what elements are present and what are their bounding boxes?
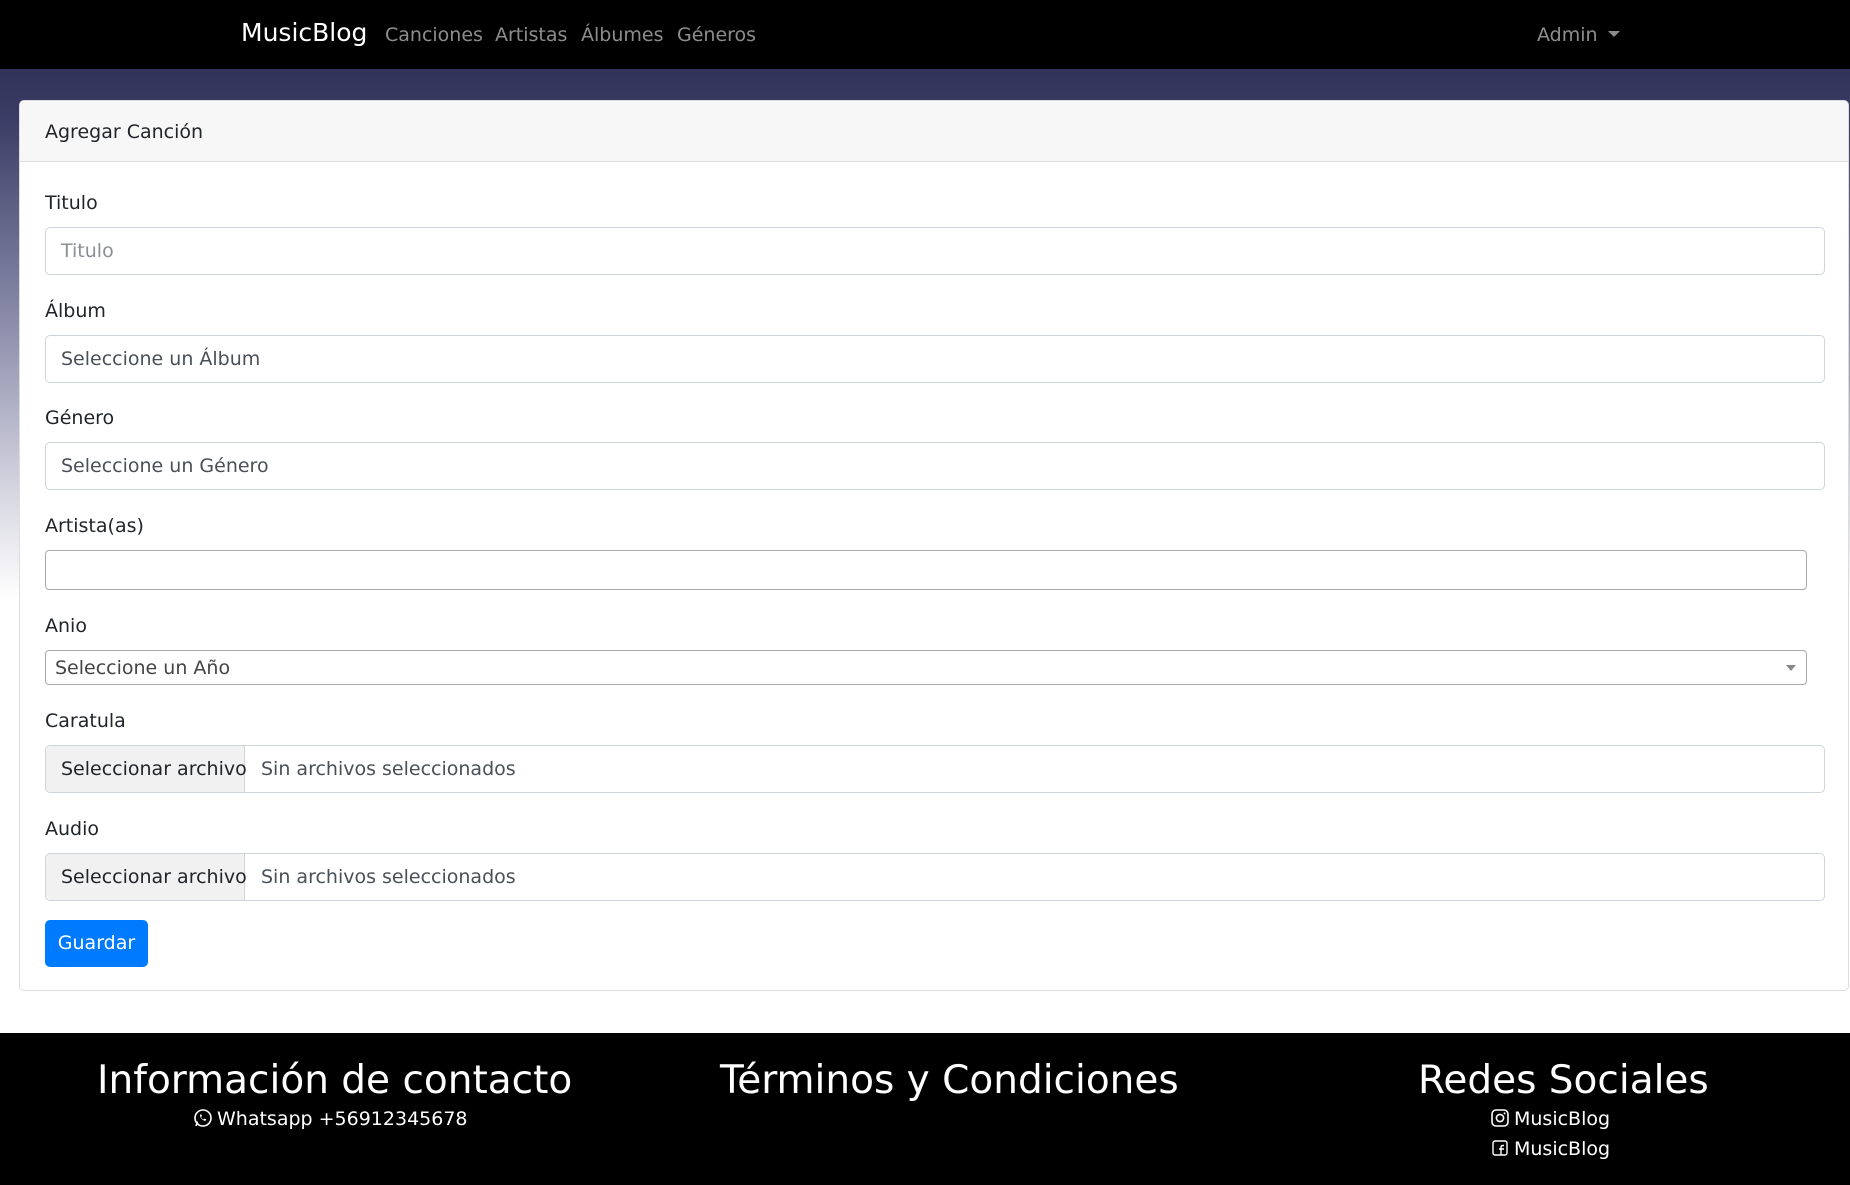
album-select[interactable]: Seleccione un Álbum <box>45 335 1825 383</box>
dropdown-arrow-icon <box>1786 665 1796 671</box>
audio-file-input[interactable]: Seleccionar archivo Sin archivos selecci… <box>45 853 1825 901</box>
card-title: Agregar Canción <box>45 121 204 143</box>
audio-file-status: Sin archivos seleccionados <box>261 866 516 888</box>
caratula-file-status: Sin archivos seleccionados <box>261 758 516 780</box>
top-navbar: MusicBlog Canciones Artistas Álbumes Gén… <box>0 0 1850 69</box>
audio-label: Audio <box>45 818 100 840</box>
caratula-choose-button[interactable]: Seleccionar archivo <box>46 746 247 792</box>
brand-link[interactable]: MusicBlog <box>241 18 367 47</box>
instagram-text: MusicBlog <box>1514 1108 1611 1130</box>
instagram-icon <box>1491 1109 1509 1127</box>
nav-artistas[interactable]: Artistas <box>495 24 567 46</box>
admin-dropdown[interactable]: Admin <box>1537 24 1620 46</box>
social-heading: Redes Sociales <box>1418 1058 1709 1103</box>
caret-down-icon <box>1607 31 1620 37</box>
anio-select[interactable]: Seleccione un Año <box>45 650 1807 685</box>
anio-selected-value: Seleccione un Año <box>55 657 231 679</box>
whatsapp-contact[interactable]: Whatsapp +56912345678 <box>193 1108 468 1130</box>
nav-albumes[interactable]: Álbumes <box>581 24 663 46</box>
genero-label: Género <box>45 407 115 429</box>
nav-canciones[interactable]: Canciones <box>385 24 483 46</box>
artistas-label: Artista(as) <box>45 515 144 537</box>
terms-heading[interactable]: Términos y Condiciones <box>720 1058 1179 1103</box>
caratula-file-input[interactable]: Seleccionar archivo Sin archivos selecci… <box>45 745 1825 793</box>
card-header: Agregar Canción <box>20 101 1848 162</box>
facebook-text: MusicBlog <box>1514 1138 1611 1160</box>
artistas-multiselect[interactable] <box>45 550 1807 590</box>
facebook-icon <box>1492 1140 1508 1156</box>
titulo-input[interactable]: Titulo <box>45 227 1825 275</box>
caratula-label: Caratula <box>45 710 126 732</box>
whatsapp-text: Whatsapp +56912345678 <box>217 1108 468 1130</box>
anio-label: Anio <box>45 615 87 637</box>
facebook-link[interactable]: MusicBlog <box>1490 1138 1610 1160</box>
album-label: Álbum <box>45 300 106 322</box>
audio-choose-button[interactable]: Seleccionar archivo <box>46 854 247 900</box>
nav-generos[interactable]: Géneros <box>677 24 756 46</box>
instagram-link[interactable]: MusicBlog <box>1490 1108 1610 1130</box>
footer: Información de contacto Whatsapp +569123… <box>0 1033 1850 1185</box>
contact-heading: Información de contacto <box>97 1058 573 1103</box>
whatsapp-icon <box>194 1109 212 1127</box>
save-button[interactable]: Guardar <box>45 920 148 967</box>
admin-label: Admin <box>1537 24 1598 46</box>
titulo-label: Titulo <box>45 192 98 214</box>
genero-select[interactable]: Seleccione un Género <box>45 442 1825 490</box>
